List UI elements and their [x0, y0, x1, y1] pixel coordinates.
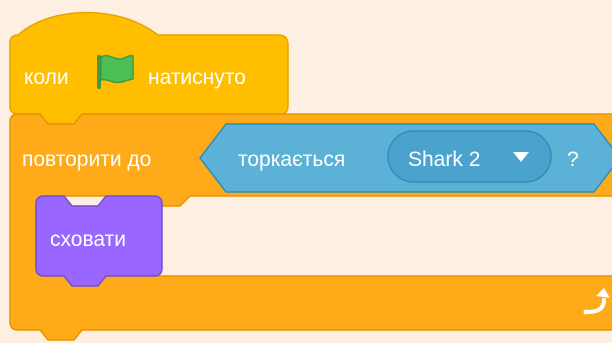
when-flag-clicked-block[interactable]: коли натиснуто	[9, 11, 289, 125]
touching-question-mark: ?	[567, 148, 579, 171]
hide-label: сховати	[50, 228, 126, 251]
hat-prefix-label: коли	[24, 66, 69, 89]
scratch-code-area: коли натиснуто повторити до торкається S…	[0, 0, 612, 343]
hat-suffix-label: натиснуто	[148, 66, 246, 89]
sprite-dropdown[interactable]: Shark 2	[387, 130, 552, 183]
repeat-until-label: повторити до	[22, 148, 151, 171]
sprite-dropdown-value: Shark 2	[408, 148, 480, 171]
hide-block[interactable]: сховати	[35, 195, 163, 287]
touching-label: торкається	[238, 148, 345, 171]
script-canvas: коли натиснуто повторити до торкається S…	[9, 11, 612, 341]
touching-condition-block[interactable]: торкається Shark 2 ?	[199, 123, 612, 193]
